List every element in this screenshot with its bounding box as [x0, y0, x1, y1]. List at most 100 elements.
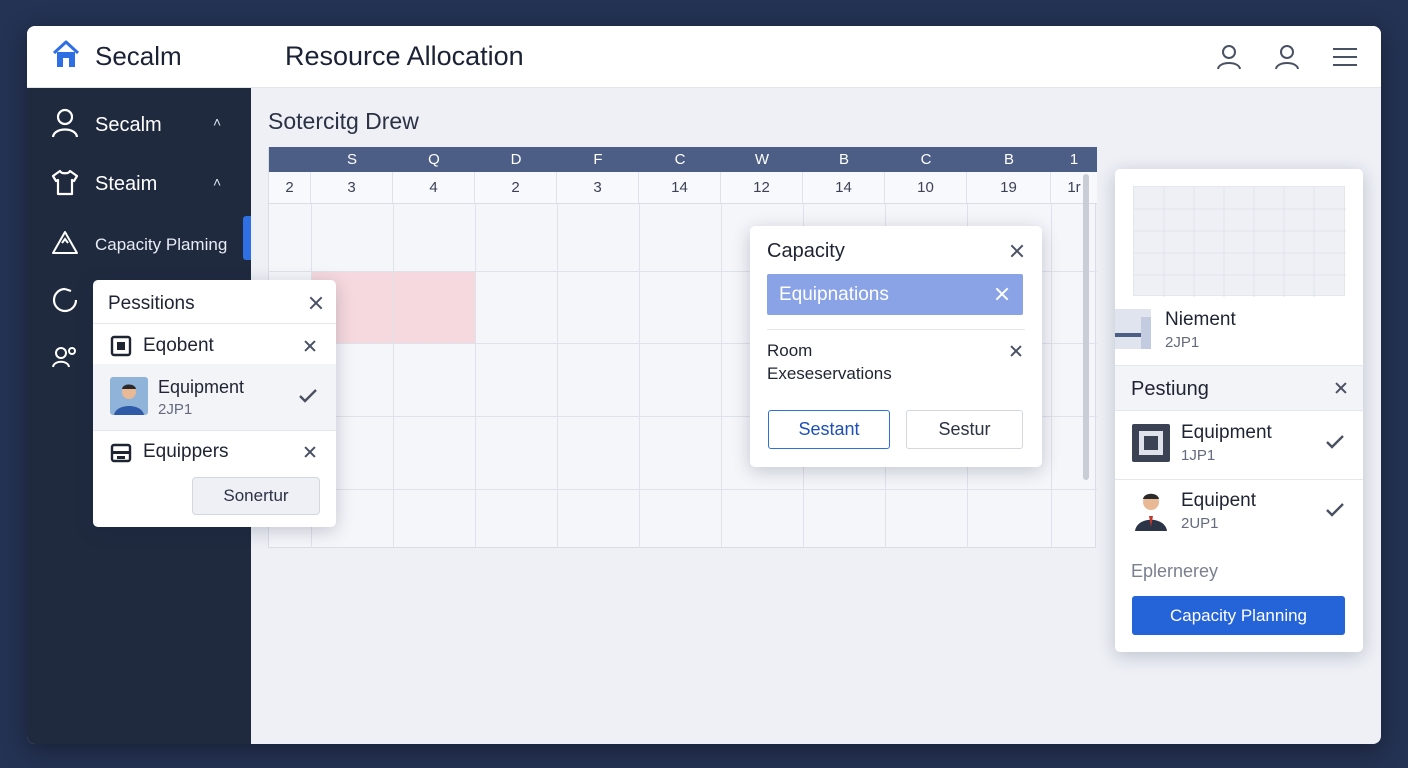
date-cell[interactable]: 4 — [393, 172, 475, 203]
sestur-button[interactable]: Sestur — [906, 410, 1023, 449]
sidebar-item-capacity-planning[interactable]: Capacity Plaming — [51, 229, 227, 260]
divider — [93, 430, 336, 431]
close-icon[interactable] — [1009, 344, 1023, 358]
footer-label: Eplernerey — [1131, 561, 1219, 581]
grid-header-cell: F — [593, 151, 603, 168]
grid-line — [639, 204, 640, 548]
section-title: Pestiung — [1131, 378, 1209, 400]
user-icon[interactable] — [1273, 43, 1301, 71]
close-icon[interactable] — [307, 294, 325, 312]
date-cell[interactable]: 2 — [269, 172, 311, 203]
date-cell[interactable]: 10 — [885, 172, 967, 203]
sidebar-item-secalm[interactable]: Secalm — [51, 108, 162, 143]
date-cell[interactable]: 3 — [557, 172, 639, 203]
sidebar-item-steaim[interactable]: Steaim — [51, 168, 157, 201]
grid-header-cell: C — [920, 151, 932, 168]
list-item-sub: 1JP1 — [1181, 447, 1216, 464]
divider — [93, 323, 336, 324]
close-icon[interactable] — [303, 339, 317, 353]
refresh-icon — [51, 286, 79, 319]
square-icon — [1132, 424, 1170, 467]
positions-popup: Pessitions Eqobent Equipment 2JP1 Equipp… — [93, 280, 336, 527]
grid-header-cell — [269, 147, 311, 172]
grid-header-cell: S — [346, 151, 357, 168]
check-icon[interactable] — [298, 388, 318, 409]
grid-line — [269, 489, 1097, 490]
date-cell[interactable]: 2 — [475, 172, 557, 203]
avatar — [1132, 489, 1170, 536]
grid-line — [393, 204, 394, 548]
user-icon — [51, 108, 79, 143]
people-icon — [51, 345, 79, 376]
vertical-scrollbar[interactable] — [1083, 174, 1089, 480]
sidebar-item-label: Capacity Plaming — [95, 234, 228, 254]
date-cell[interactable]: 3 — [311, 172, 393, 203]
date-cell[interactable]: 1r — [1051, 172, 1097, 203]
date-cell[interactable]: 12 — [721, 172, 803, 203]
shirt-icon — [51, 168, 79, 201]
list-item-label: Eqobent — [143, 335, 214, 356]
app-window: Secalm Resource Allocation Secalm ˄ Stea… — [27, 26, 1381, 744]
grid-header-cell: Q — [428, 151, 440, 168]
brand[interactable]: Secalm — [51, 40, 182, 73]
close-icon[interactable] — [303, 445, 317, 459]
sonertur-button[interactable]: Sonertur — [192, 477, 320, 515]
list-item-label: Equipent — [1181, 490, 1257, 511]
user-icon[interactable] — [1215, 43, 1243, 71]
chevron-up-icon[interactable]: ˄ — [213, 114, 221, 130]
list-item-sub: 2UP1 — [1181, 515, 1219, 532]
thumbnail — [1133, 186, 1346, 297]
grid-line — [721, 204, 722, 548]
grid-header-row: S Q D F C W B C B 1 — [269, 147, 1097, 172]
chevron-up-icon[interactable]: ˄ — [213, 174, 221, 190]
avatar — [110, 377, 148, 420]
grid-header-cell: B — [838, 151, 849, 168]
square-icon — [110, 335, 132, 362]
date-cell[interactable]: 14 — [803, 172, 885, 203]
grid-line — [1051, 204, 1052, 548]
sidebar-item-refresh[interactable] — [51, 286, 79, 319]
check-icon[interactable] — [1325, 434, 1345, 455]
home-icon — [51, 40, 81, 73]
capacity-planning-button[interactable]: Capacity Planning — [1132, 596, 1345, 635]
grid-line — [475, 204, 476, 548]
close-icon[interactable] — [1008, 242, 1026, 260]
grid-header-cell: 1 — [1069, 151, 1079, 168]
popup-title: Capacity — [767, 240, 845, 262]
date-cell[interactable]: 14 — [639, 172, 721, 203]
brand-name: Secalm — [95, 41, 182, 71]
profile-sub: 2JP1 — [1165, 334, 1200, 351]
top-header: Secalm Resource Allocation — [27, 26, 1381, 88]
date-cell[interactable]: 19 — [967, 172, 1051, 203]
sidebar-item-people[interactable] — [51, 345, 79, 376]
profile-name: Niement — [1165, 309, 1236, 330]
page-title: Resource Allocation — [285, 41, 524, 71]
grid-header-cell: B — [1003, 151, 1014, 168]
chip-label: Equipnations — [779, 284, 889, 305]
popup-title: Pessitions — [108, 293, 195, 314]
sidebar-item-label: Secalm — [95, 114, 162, 136]
list-item-sub: 2JP1 — [158, 401, 193, 418]
equipnations-chip[interactable]: Equipnations — [767, 274, 1023, 315]
right-panel: Niement 2JP1 Pestiung Equipment 1JP1 Equ… — [1115, 169, 1363, 652]
header-actions — [1215, 43, 1359, 71]
printer-icon — [110, 442, 132, 469]
sestant-button[interactable]: Sestant — [768, 410, 890, 449]
grid-header-cell: D — [510, 151, 522, 168]
menu-icon[interactable] — [1331, 43, 1359, 71]
grid-line — [557, 204, 558, 548]
sidebar-item-label: Steaim — [95, 173, 158, 195]
list-item-label: Equippers — [143, 441, 229, 462]
capacity-popup: Capacity Equipnations Room Exeseservatio… — [750, 226, 1042, 467]
reservations-label: Exeseservations — [767, 364, 892, 383]
grid-header-cell: W — [754, 151, 770, 168]
divider — [767, 329, 1025, 330]
room-label: Room — [767, 341, 813, 360]
list-item-label: Equipment — [158, 377, 245, 397]
close-icon[interactable] — [993, 285, 1011, 303]
close-icon[interactable] — [1334, 381, 1348, 395]
list-item-label: Equipment — [1181, 422, 1272, 443]
check-icon[interactable] — [1325, 502, 1345, 523]
warning-icon — [51, 229, 79, 260]
resource-thumb-icon — [1115, 309, 1151, 354]
